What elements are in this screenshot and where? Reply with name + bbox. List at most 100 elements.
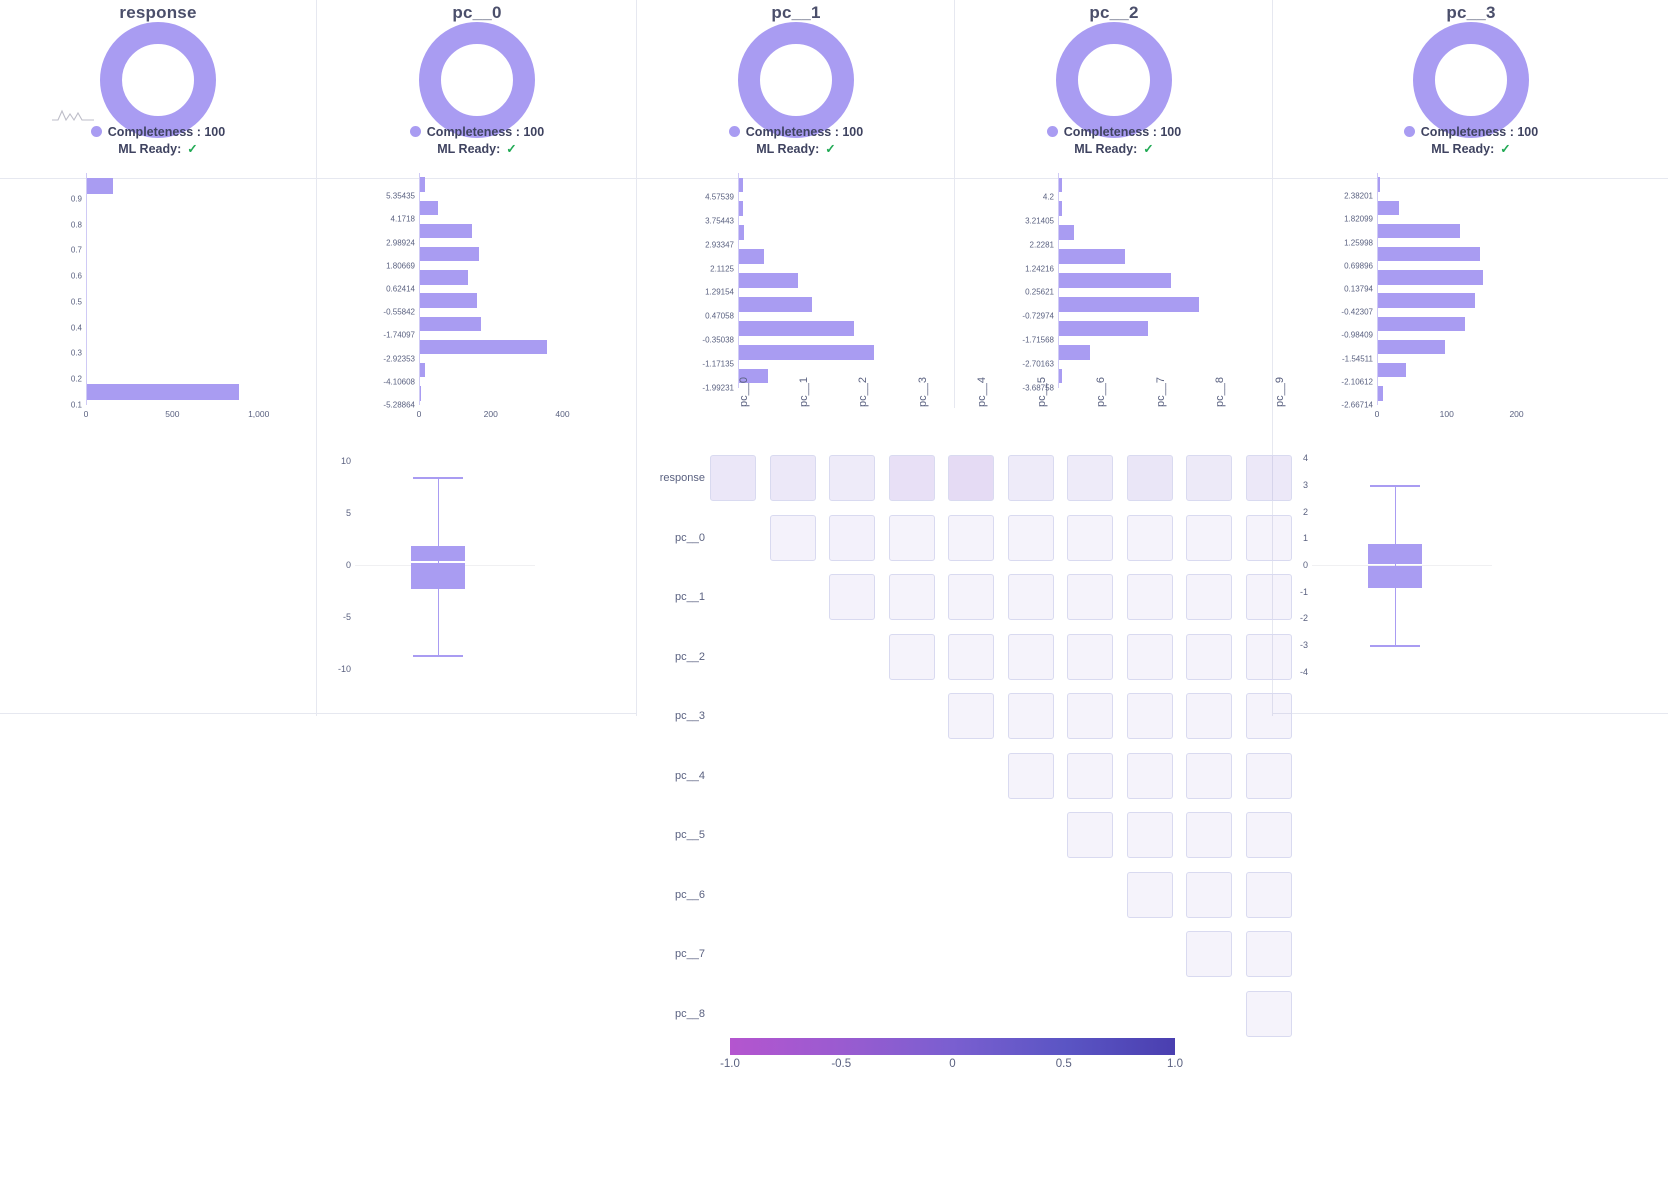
matrix-cell[interactable]	[888, 514, 935, 561]
histogram-bar[interactable]	[1059, 249, 1126, 264]
histogram-bar[interactable]	[1378, 316, 1465, 331]
histogram-bar[interactable]	[420, 247, 480, 262]
histogram-pc__3[interactable]: 2.38201 1.82099 1.25998 0.69896 0.13794 -0.42…	[1341, 173, 1527, 419]
histogram-bar[interactable]	[87, 177, 113, 194]
matrix-cell[interactable]	[1186, 514, 1232, 561]
matrix-cell[interactable]	[1245, 931, 1292, 977]
boxplot-box-lower[interactable]	[410, 563, 465, 589]
boxplot-pc__3[interactable]: 4 3 2 1 0 -1 -2 -3 -4	[1300, 445, 1492, 685]
boxplot-box-upper[interactable]	[410, 545, 465, 562]
histogram-bar[interactable]	[87, 384, 239, 401]
histogram-pc__0[interactable]: 5.35435 4.1718 2.98924 1.80669 0.62414 -0.558…	[383, 173, 584, 419]
histogram-bar[interactable]	[1378, 386, 1383, 401]
column-summary-pc__3[interactable]: pc__3 Completeness : 100 ML Ready: ✓	[1272, 0, 1668, 179]
matrix-cell[interactable]	[1126, 633, 1173, 680]
histogram-bar[interactable]	[1059, 368, 1062, 384]
matrix-cell[interactable]	[829, 514, 875, 561]
matrix-cell[interactable]	[1126, 455, 1173, 501]
matrix-cell[interactable]	[1007, 693, 1054, 739]
matrix-cell[interactable]	[710, 455, 756, 501]
matrix-cell[interactable]	[1245, 693, 1292, 739]
matrix-cell[interactable]	[1186, 871, 1232, 918]
matrix-cell[interactable]	[1067, 574, 1113, 620]
matrix-cell[interactable]	[1245, 752, 1292, 799]
matrix-cell[interactable]	[1126, 752, 1173, 799]
histogram-bar[interactable]	[1378, 293, 1475, 308]
matrix-cell[interactable]	[888, 455, 935, 501]
matrix-cell[interactable]	[1126, 514, 1173, 561]
histogram-bar[interactable]	[1059, 344, 1091, 360]
matrix-cell[interactable]	[1186, 693, 1232, 739]
boxplot-box-upper[interactable]	[1367, 544, 1422, 565]
column-summary-response[interactable]: response Completeness : 100 ML Ready: ✓	[0, 0, 316, 179]
histogram-bar[interactable]	[420, 293, 478, 308]
matrix-cell[interactable]	[1186, 931, 1232, 977]
matrix-cell[interactable]	[1007, 633, 1054, 680]
matrix-cell[interactable]	[888, 633, 935, 680]
matrix-cell[interactable]	[1007, 574, 1054, 620]
histogram-bar[interactable]	[1059, 273, 1171, 288]
matrix-cell[interactable]	[1245, 455, 1292, 501]
histogram-bar[interactable]	[1378, 247, 1480, 262]
histogram-bar[interactable]	[739, 273, 798, 288]
histogram-bar[interactable]	[420, 177, 426, 192]
column-summary-pc__1[interactable]: pc__1 Completeness : 100 ML Ready: ✓	[636, 0, 955, 179]
matrix-cell[interactable]	[1067, 633, 1113, 680]
matrix-cell[interactable]	[948, 574, 994, 620]
histogram-bar[interactable]	[739, 177, 743, 193]
histogram-response[interactable]: 0.9 0.8 0.7 0.6 0.5 0.4 0.3 0.2 0.1 0 500 1,000	[71, 173, 276, 419]
matrix-cell[interactable]	[1186, 574, 1232, 620]
matrix-cell[interactable]	[948, 455, 994, 501]
histogram-bar[interactable]	[739, 296, 812, 312]
matrix-cell[interactable]	[829, 574, 875, 620]
matrix-cell[interactable]	[888, 574, 935, 620]
matrix-cell[interactable]	[948, 514, 994, 561]
histogram-bar[interactable]	[1059, 201, 1062, 217]
matrix-cell[interactable]	[1007, 752, 1054, 799]
histogram-bar[interactable]	[1378, 200, 1399, 215]
matrix-cell[interactable]	[1067, 693, 1113, 739]
matrix-cell[interactable]	[1067, 514, 1113, 561]
matrix-cell[interactable]	[769, 514, 816, 561]
histogram-bar[interactable]	[1378, 270, 1483, 285]
histogram-bar[interactable]	[420, 270, 469, 285]
matrix-cell[interactable]	[769, 455, 816, 501]
matrix-cell[interactable]	[1245, 574, 1292, 620]
histogram-pc__2[interactable]: 4.2 3.21405 2.2281 1.24216 0.25621 -0.72974 -1…	[1022, 173, 1208, 393]
histogram-bar[interactable]	[1059, 320, 1149, 336]
matrix-cell[interactable]	[1186, 752, 1232, 799]
histogram-bar[interactable]	[739, 201, 743, 217]
matrix-cell[interactable]	[1067, 752, 1113, 799]
matrix-cell[interactable]	[1007, 455, 1054, 501]
correlation-matrix[interactable]: pc__0 pc__1 pc__2 pc__3 pc__4 pc__5 pc__6 pc__7…	[655, 377, 1292, 1065]
matrix-cell[interactable]	[948, 693, 994, 739]
histogram-bar[interactable]	[420, 200, 438, 215]
histogram-bar[interactable]	[739, 225, 744, 241]
histogram-bar[interactable]	[420, 223, 472, 239]
matrix-cell[interactable]	[1245, 633, 1292, 680]
matrix-cell[interactable]	[1245, 990, 1292, 1037]
matrix-cell[interactable]	[829, 455, 875, 501]
boxplot-box-lower[interactable]	[1367, 566, 1422, 588]
histogram-bar[interactable]	[1378, 363, 1406, 378]
histogram-bar[interactable]	[739, 320, 854, 336]
histogram-bar[interactable]	[420, 339, 548, 355]
boxplot-pc__0[interactable]: 10 5 0 -5 -10	[338, 445, 535, 685]
matrix-cell[interactable]	[1245, 871, 1292, 918]
histogram-bar[interactable]	[420, 363, 425, 378]
matrix-cell[interactable]	[1186, 633, 1232, 680]
histogram-bar[interactable]	[739, 249, 764, 264]
histogram-bar[interactable]	[1378, 339, 1445, 355]
matrix-cell[interactable]	[1186, 812, 1232, 858]
matrix-cell[interactable]	[1067, 455, 1113, 501]
matrix-cell[interactable]	[1067, 812, 1113, 858]
matrix-cell[interactable]	[1007, 514, 1054, 561]
histogram-pc__1[interactable]: 4.57539 3.75443 2.93347 2.1125 1.29154 0.4705…	[702, 173, 888, 393]
column-summary-pc__2[interactable]: pc__2 Completeness : 100 ML Ready: ✓	[954, 0, 1273, 179]
matrix-cell[interactable]	[948, 633, 994, 680]
histogram-bar[interactable]	[739, 344, 874, 360]
histogram-bar[interactable]	[1378, 223, 1461, 239]
matrix-cell[interactable]	[1126, 871, 1173, 918]
histogram-bar[interactable]	[420, 316, 481, 331]
histogram-bar[interactable]	[420, 386, 422, 401]
